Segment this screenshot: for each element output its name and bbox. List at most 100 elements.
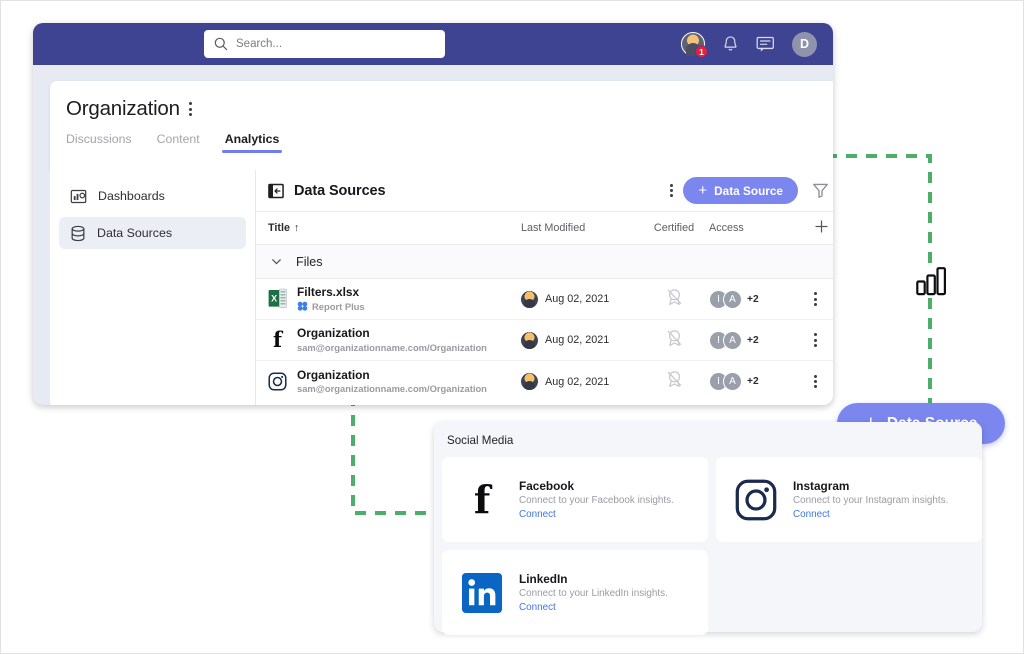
access-avatar[interactable]: A	[723, 372, 742, 391]
row-last-modified: Aug 02, 2021	[545, 334, 610, 346]
social-media-panel: Social Media f Facebook Connect to your …	[434, 422, 982, 635]
social-card-description: Connect to your Facebook insights.	[519, 495, 674, 506]
table-row[interactable]: Organization sam@organizationname.com/Or…	[256, 361, 833, 402]
row-last-modified: Aug 02, 2021	[545, 293, 610, 305]
excel-file-icon: X	[268, 288, 287, 309]
svg-text:X: X	[271, 294, 277, 304]
social-card-instagram[interactable]: Instagram Connect to your Instagram insi…	[716, 457, 982, 542]
instagram-icon	[268, 372, 287, 391]
facebook-icon: f	[272, 327, 283, 353]
user-avatar-icon[interactable]: 1	[681, 32, 708, 58]
user-avatar-icon	[521, 290, 538, 308]
user-avatar-icon	[521, 373, 538, 390]
notification-badge: 1	[695, 45, 708, 58]
not-certified-icon[interactable]	[639, 329, 709, 352]
search-placeholder: Search...	[236, 38, 283, 50]
bar-chart-icon	[916, 266, 948, 296]
facebook-icon: f	[473, 476, 491, 522]
row-subtitle-label: sam@organizationname.com/Organization	[297, 383, 487, 394]
chat-icon[interactable]	[756, 36, 775, 53]
not-certified-icon[interactable]	[639, 370, 709, 393]
column-access[interactable]: Access	[709, 222, 801, 234]
app-window: Search... 1 D Organization Discussions C…	[33, 23, 833, 405]
sidebar-item-dashboards[interactable]: Dashboards	[59, 180, 246, 212]
add-data-source-button[interactable]: + Data Source	[683, 177, 798, 204]
group-label: Files	[296, 254, 323, 269]
screenshot-root: Search... 1 D Organization Discussions C…	[0, 0, 1024, 654]
row-title: Organization	[297, 367, 370, 382]
column-title[interactable]: Title ↑	[268, 222, 521, 234]
sidebar-item-label: Dashboards	[98, 189, 165, 203]
social-card-description: Connect to your LinkedIn insights.	[519, 588, 668, 599]
topbar-actions: 1 D	[681, 23, 817, 65]
row-subtitle-label: Report Plus	[312, 300, 365, 312]
connect-link[interactable]: Connect	[793, 509, 948, 520]
sort-ascending-icon: ↑	[294, 222, 300, 234]
column-last-modified[interactable]: Last Modified	[521, 222, 639, 234]
kebab-menu-icon[interactable]	[670, 183, 674, 198]
row-subtitle-label: sam@organizationname.com/Organization	[297, 341, 487, 353]
plus-icon: +	[698, 182, 708, 199]
linkedin-icon	[460, 572, 504, 614]
social-card-title: LinkedIn	[519, 572, 568, 586]
avatar-initial: D	[799, 37, 810, 51]
row-menu-icon[interactable]	[801, 333, 829, 347]
group-row-files[interactable]: Files	[256, 245, 833, 279]
page-title: Organization	[66, 97, 180, 120]
tab-analytics[interactable]: Analytics	[221, 132, 283, 153]
access-overflow-count: +2	[747, 334, 759, 346]
report-plus-icon	[297, 301, 308, 312]
sidebar-item-data-sources[interactable]: Data Sources	[59, 217, 246, 249]
table-row[interactable]: f Organization sam@organizationname.com/…	[256, 320, 833, 361]
user-avatar-icon	[521, 331, 538, 349]
social-panel-title: Social Media	[447, 434, 514, 447]
sidebar: Dashboards Data Sources	[50, 170, 256, 405]
data-sources-header: Data Sources + Data Source	[256, 170, 833, 212]
add-column-button[interactable]	[801, 219, 829, 237]
search-input[interactable]: Search...	[204, 30, 445, 58]
not-certified-icon[interactable]	[639, 288, 709, 311]
instagram-icon	[734, 479, 778, 521]
social-card-facebook[interactable]: f Facebook Connect to your Facebook insi…	[442, 457, 708, 542]
connect-link[interactable]: Connect	[519, 602, 668, 613]
data-sources-panel: Data Sources + Data Source Title ↑ Last …	[256, 170, 833, 405]
sidebar-item-label: Data Sources	[97, 226, 173, 240]
tab-discussions[interactable]: Discussions	[66, 132, 132, 153]
dashboard-chart-icon	[70, 188, 87, 205]
social-card-title: Instagram	[793, 479, 850, 493]
access-avatar[interactable]: A	[723, 289, 742, 309]
panel-title: Data Sources	[294, 182, 386, 199]
column-certified[interactable]: Certified	[639, 222, 709, 234]
row-subtitle: Report Plus	[297, 301, 365, 313]
collapse-panel-icon[interactable]	[268, 183, 284, 199]
access-overflow-count: +2	[747, 293, 759, 305]
top-navigation-bar: Search... 1 D	[33, 23, 833, 65]
search-icon	[214, 37, 228, 51]
column-title-label: Title	[268, 222, 290, 234]
content-area: Dashboards Data Sources Data Sources + D…	[50, 170, 833, 405]
avatar[interactable]: D	[792, 31, 817, 57]
database-icon	[70, 225, 86, 242]
social-card-title: Facebook	[519, 479, 575, 493]
page-tabs: Discussions Content Analytics	[50, 121, 833, 153]
chevron-down-icon[interactable]	[270, 255, 283, 268]
social-card-linkedin[interactable]: LinkedIn Connect to your LinkedIn insigh…	[442, 550, 708, 635]
row-title: Filters.xlsx	[297, 285, 360, 300]
filter-icon[interactable]	[812, 182, 829, 199]
access-avatar[interactable]: A	[723, 330, 742, 350]
tab-content[interactable]: Content	[157, 132, 200, 153]
social-card-description: Connect to your Instagram insights.	[793, 495, 949, 506]
access-overflow-count: +2	[747, 376, 759, 387]
kebab-menu-icon[interactable]	[188, 102, 192, 116]
connect-link[interactable]: Connect	[519, 509, 674, 520]
row-menu-icon[interactable]	[801, 374, 829, 389]
table-row[interactable]: X Filters.xlsx Report Plus Aug 02, 2021 …	[256, 279, 833, 320]
page-header-card: Organization Discussions Content Analyti…	[50, 81, 833, 170]
add-data-source-label: Data Source	[714, 183, 783, 198]
bell-icon[interactable]	[722, 35, 739, 53]
table-header-row: Title ↑ Last Modified Certified Access	[256, 212, 833, 245]
row-last-modified: Aug 02, 2021	[545, 375, 610, 388]
row-title: Organization	[297, 326, 370, 341]
social-cards-grid: f Facebook Connect to your Facebook insi…	[434, 457, 982, 643]
row-menu-icon[interactable]	[801, 292, 829, 306]
